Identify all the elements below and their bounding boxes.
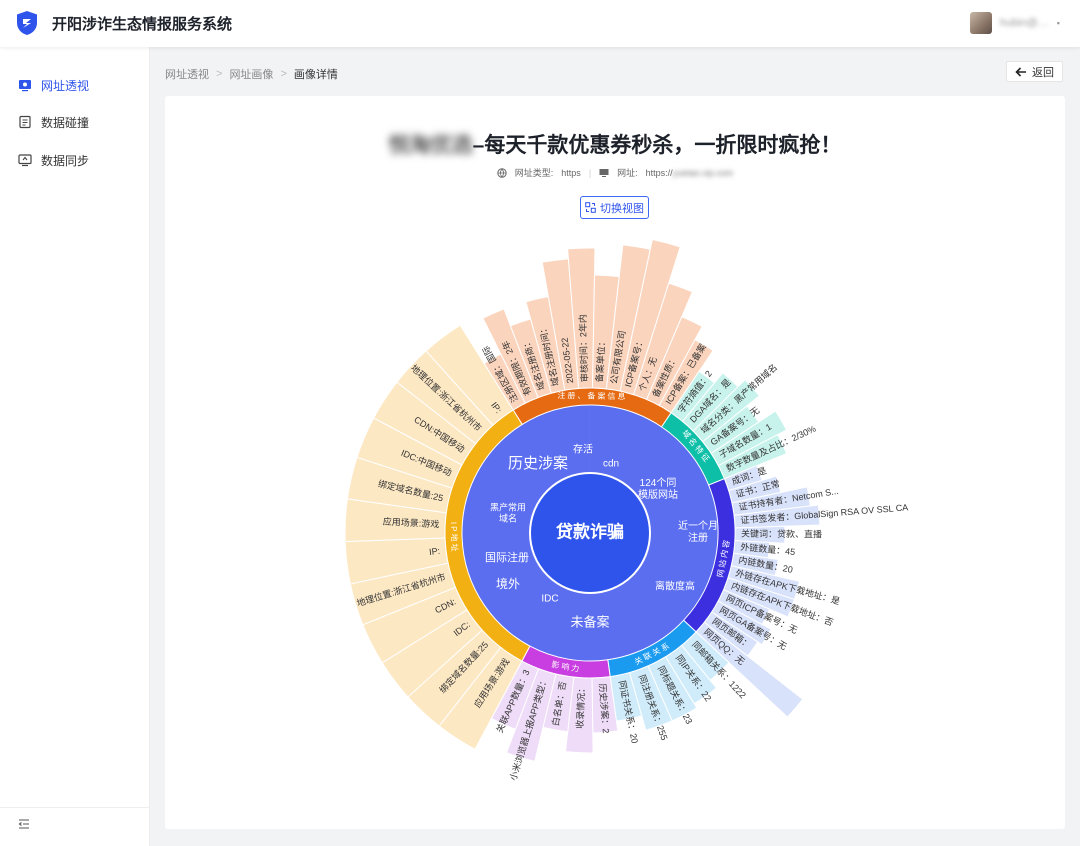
portrait-detail-card: 悦淘优选–每天千款优惠券秒杀，一折限时疯抢！ 网址类型: https | 网址:…	[165, 96, 1065, 829]
shield-logo-icon	[17, 11, 37, 35]
sunburst-leaf-label: 审核时间：2年内	[577, 314, 590, 382]
monitor-icon	[19, 80, 31, 92]
chevron-down-icon[interactable]: ▪	[1057, 18, 1060, 28]
document-icon	[19, 115, 31, 129]
sunburst-center-label: 贷款诈骗	[556, 521, 624, 541]
breadcrumb: 网址透视 > 网址画像 > 画像详情	[165, 66, 338, 82]
sunburst-category-label: IP地址	[449, 522, 460, 554]
sidebar-item-label: 数据碰撞	[41, 115, 90, 130]
app-title: 开阳涉诈生态情报服务系统	[52, 16, 233, 33]
breadcrumb-current: 画像详情	[293, 69, 338, 81]
breadcrumb-separator: >	[216, 68, 223, 80]
breadcrumb-item[interactable]: 网址透视	[165, 66, 209, 82]
avatar[interactable]	[969, 12, 992, 34]
sunburst-middle-label: IDC	[541, 594, 558, 605]
breadcrumb-separator: >	[280, 68, 287, 80]
sidebar-item-url-perspective[interactable]: 网址透视	[18, 75, 89, 95]
sidebar-item-data-collision[interactable]: 数据碰撞	[18, 112, 89, 132]
sunburst-leaf-label: 关键词：贷款、直播	[741, 528, 822, 540]
sunburst-leaf-label: 收录情况：	[574, 683, 587, 728]
sunburst-chart: 注册区域：国际有效期限：2年域名注册商：域名注册时间：2022-05-22 审核时…	[344, 238, 909, 782]
user-menu[interactable]: hubin@… ▪	[969, 12, 1060, 34]
sunburst-middle-label: 历史涉案	[508, 454, 568, 472]
sunburst-middle-label: 存活	[573, 443, 593, 456]
sunburst-middle-label: 未备案	[570, 614, 609, 629]
user-name[interactable]: hubin@…	[1000, 17, 1049, 29]
sunburst-middle-label: 国际注册	[485, 550, 529, 564]
sunburst-middle-label: 境外	[496, 576, 520, 591]
sidebar-item-data-sync[interactable]: 数据同步	[18, 150, 89, 170]
sidebar: 网址透视 数据碰撞 数据同步	[0, 47, 150, 846]
sidebar-item-label: 数据同步	[41, 153, 90, 168]
back-button-label: 返回	[1032, 66, 1054, 79]
sunburst-leaf-label: IP:	[429, 546, 441, 557]
menu-collapse-icon[interactable]	[18, 818, 30, 830]
sunburst-middle-label: 离散度高	[655, 580, 695, 593]
sunburst-middle-label: cdn	[603, 459, 619, 470]
sidebar-item-label: 网址透视	[41, 78, 90, 93]
top-header: 开阳涉诈生态情报服务系统 hubin@… ▪	[0, 0, 1080, 47]
back-button[interactable]: 返回	[1006, 61, 1063, 82]
screen-sync-icon	[18, 154, 32, 167]
breadcrumb-item[interactable]: 网址画像	[229, 66, 273, 82]
sidebar-divider	[0, 807, 150, 808]
arrow-left-icon	[1015, 66, 1026, 77]
sunburst-category-label: 注册、备案信息	[557, 390, 627, 401]
